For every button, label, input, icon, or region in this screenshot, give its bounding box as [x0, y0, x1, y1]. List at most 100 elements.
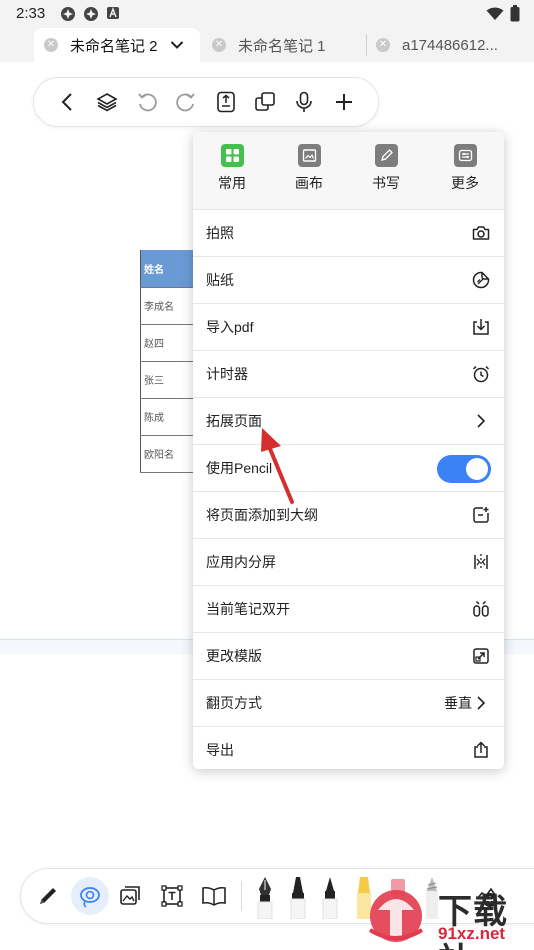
textbox-icon — [161, 885, 183, 907]
pencil-tool-icon[interactable] — [319, 875, 341, 919]
pen-tool-button[interactable] — [35, 883, 61, 909]
back-button[interactable] — [56, 90, 80, 114]
popup-tab-bar: 常用 画布 书写 更多 — [193, 132, 504, 209]
back-icon — [61, 93, 72, 111]
table-cell: 赵四 — [140, 324, 200, 362]
layers-button[interactable] — [95, 90, 119, 114]
watermark-url: 91xz.net — [438, 924, 506, 943]
tab-note-3[interactable]: ✕ a174486612... — [376, 28, 534, 62]
menu-item-dual-open[interactable]: 当前笔记双开 — [193, 585, 504, 632]
menu-item-timer[interactable]: 计时器 — [193, 350, 504, 397]
menu-item-use-pencil[interactable]: 使用Pencil — [193, 444, 504, 491]
table-row: 姓名 — [140, 250, 200, 288]
chevron-right-icon — [471, 693, 491, 713]
copy-icon — [255, 92, 275, 111]
menu-item-change-template[interactable]: 更改模版 — [193, 632, 504, 679]
pen-tool-icon — [40, 888, 56, 904]
undo-icon — [138, 93, 157, 112]
menu-item-label: 更改模版 — [206, 648, 262, 664]
sticker-icon — [471, 270, 491, 290]
menu-item-label: 拍照 — [206, 225, 234, 241]
menu-item-export[interactable]: 导出 — [193, 726, 504, 769]
tab-label: 未命名笔记 2 — [70, 37, 158, 55]
font-notification-icon — [107, 7, 119, 19]
split-screen-icon — [471, 552, 491, 572]
table-cell: 姓名 — [140, 250, 200, 288]
status-time: 2:33 — [16, 5, 46, 22]
table-row: 欧阳名 — [140, 435, 200, 473]
image-icon — [120, 886, 140, 905]
template-icon — [471, 646, 491, 666]
lasso-tool-button[interactable] — [77, 883, 103, 909]
camera-icon — [471, 223, 491, 243]
close-icon[interactable]: ✕ — [376, 38, 390, 52]
microphone-button[interactable] — [292, 90, 316, 114]
status-bar: 2:33 — [0, 0, 534, 28]
menu-item-import-pdf[interactable]: 导入pdf — [193, 303, 504, 350]
undo-button[interactable] — [135, 90, 159, 114]
menu-item-add-to-outline[interactable]: 将页面添加到大纲 — [193, 491, 504, 538]
tab-canvas[interactable]: 画布 — [274, 144, 344, 200]
menu-item-label: 计时器 — [206, 366, 248, 382]
tab-more[interactable]: 更多 — [430, 144, 500, 200]
book-icon — [202, 886, 226, 906]
image-tool-button[interactable] — [117, 883, 143, 909]
lasso-icon — [80, 887, 100, 908]
chevron-down-icon[interactable] — [170, 40, 184, 50]
menu-item-label: 贴纸 — [206, 272, 234, 288]
annotation-arrow — [261, 428, 294, 504]
app-notification-icon — [84, 7, 98, 21]
textbox-tool-button[interactable] — [159, 883, 185, 909]
dual-open-icon — [471, 599, 491, 619]
table-row: 李成名 — [140, 287, 200, 325]
menu-item-sticker[interactable]: 贴纸 — [193, 256, 504, 303]
table-cell: 欧阳名 — [140, 435, 200, 473]
screen: 2:33 ✕ 未命名笔记 2 ✕ 未命名笔记 1 ✕ a174486612... — [0, 0, 534, 950]
status-notification-icons — [60, 6, 120, 22]
tab-writing[interactable]: 书写 — [351, 144, 421, 200]
tab-common[interactable]: 常用 — [197, 144, 267, 200]
toggle-knob — [466, 458, 488, 480]
fountain-pen-icon[interactable] — [253, 875, 277, 919]
table-cell: 李成名 — [140, 287, 200, 325]
menu-item-expand-page[interactable]: 拓展页面 — [193, 397, 504, 444]
menu-item-page-turn-mode[interactable]: 翻页方式 垂直 — [193, 679, 504, 726]
more-options-popup: 常用 画布 书写 更多 拍照 贴纸 导入pdf 计时器 拓展页面 使用Penci… — [193, 132, 504, 769]
add-page-button[interactable] — [332, 90, 356, 114]
close-icon[interactable]: ✕ — [212, 38, 226, 52]
tab-label: 画布 — [295, 175, 323, 191]
menu-item-camera[interactable]: 拍照 — [193, 209, 504, 256]
table-cell: 陈成 — [140, 398, 200, 436]
outline-add-icon — [471, 505, 491, 525]
table-row: 张三 — [140, 361, 200, 399]
tab-note-2[interactable]: ✕ 未命名笔记 2 — [34, 28, 200, 62]
tab-label: 常用 — [218, 175, 246, 191]
redo-button[interactable] — [174, 90, 198, 114]
pen-icon — [374, 144, 398, 167]
copy-page-button[interactable] — [253, 90, 277, 114]
page-number-button[interactable] — [214, 90, 238, 114]
menu-item-label: 拓展页面 — [206, 413, 262, 429]
page-turn-value: 垂直 — [444, 695, 472, 711]
menu-item-label: 导入pdf — [206, 319, 254, 335]
table-row: 赵四 — [140, 324, 200, 362]
menu-item-label: 翻页方式 — [206, 695, 262, 711]
wifi-icon — [486, 7, 504, 20]
top-toolbar — [33, 77, 379, 127]
tab-label: 未命名笔记 1 — [238, 37, 326, 55]
tab-label: 书写 — [372, 175, 400, 191]
tab-note-1[interactable]: ✕ 未命名笔记 1 — [212, 28, 362, 62]
layers-icon — [96, 93, 118, 112]
app-notification-icon — [61, 7, 75, 21]
add-icon — [336, 94, 352, 110]
marker-icon[interactable] — [287, 875, 309, 919]
use-pencil-toggle[interactable] — [437, 455, 491, 483]
menu-item-split-screen[interactable]: 应用内分屏 — [193, 538, 504, 585]
redo-icon — [176, 93, 195, 112]
alarm-icon — [471, 364, 491, 384]
book-tool-button[interactable] — [201, 883, 227, 909]
tab-divider — [366, 34, 367, 56]
more-icon — [453, 144, 477, 167]
battery-icon — [510, 5, 520, 22]
close-icon[interactable]: ✕ — [44, 38, 58, 52]
